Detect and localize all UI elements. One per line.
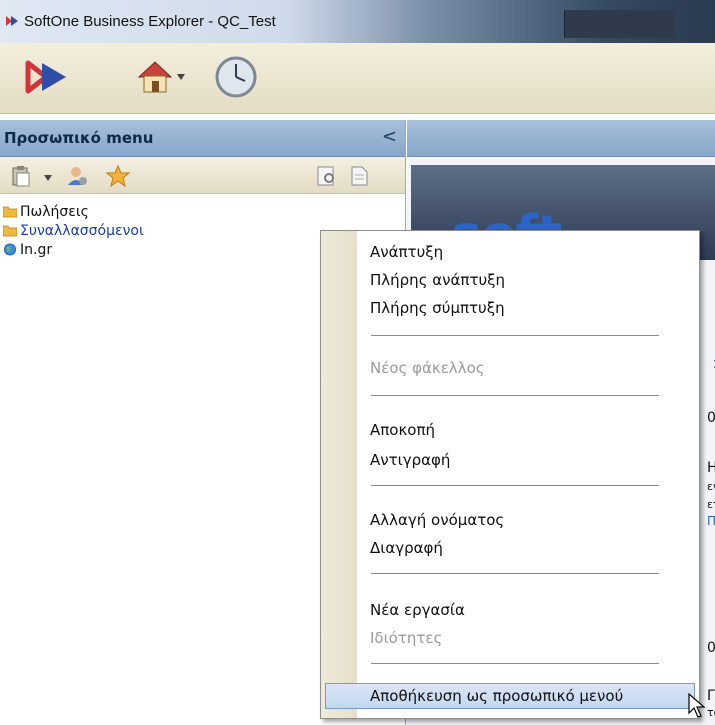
context-menu-gutter bbox=[321, 231, 357, 718]
menu-item-rename[interactable]: Αλλαγή ονόματος bbox=[370, 511, 504, 529]
menu-item-new-folder: Νέος φάκελλος bbox=[370, 359, 485, 377]
menu-item-properties: Ιδιότητες bbox=[370, 629, 443, 647]
menu-separator bbox=[371, 573, 659, 574]
menu-item-full-expand[interactable]: Πλήρης ανάπτυξη bbox=[370, 271, 505, 289]
content-text: εν bbox=[707, 480, 715, 493]
content-text: 08 bbox=[707, 410, 715, 426]
clipboard-dropdown-icon[interactable] bbox=[44, 175, 52, 181]
home-dropdown-icon[interactable] bbox=[176, 73, 186, 81]
content-text: τα bbox=[707, 706, 715, 719]
title-bar: SoftOne Business Explorer - QC_Test bbox=[0, 0, 715, 43]
tree-item-label: Συναλλασσόμενοι bbox=[20, 222, 144, 239]
tree-item-label: In.gr bbox=[20, 241, 53, 258]
collapse-panel-button[interactable]: < bbox=[382, 126, 397, 147]
main-toolbar bbox=[0, 43, 715, 114]
menu-item-cut[interactable]: Αποκοπή bbox=[370, 421, 435, 439]
content-text: Γι bbox=[707, 688, 715, 704]
favorite-star-icon[interactable] bbox=[106, 165, 130, 187]
content-text: Η bbox=[707, 460, 715, 476]
menu-item-label: Αποθήκευση ως προσωπικό μενού bbox=[370, 687, 624, 705]
home-icon[interactable] bbox=[135, 57, 175, 97]
menu-item-expand[interactable]: Ανάπτυξη bbox=[370, 243, 443, 261]
user-settings-icon[interactable] bbox=[66, 165, 88, 187]
title-bar-dark-area bbox=[564, 10, 675, 38]
window-title: SoftOne Business Explorer - QC_Test bbox=[24, 13, 276, 30]
menu-item-save-as-personal-menu[interactable]: Αποθήκευση ως προσωπικό μενού bbox=[325, 683, 695, 709]
content-text: Π bbox=[707, 514, 715, 528]
folder-icon bbox=[3, 206, 17, 218]
panel-title: Προσωπικό menu bbox=[4, 129, 154, 147]
menu-item-new-task[interactable]: Νέα εργασία bbox=[370, 601, 465, 619]
personal-menu-toolbar bbox=[0, 157, 405, 194]
tree-item-sales[interactable]: Πωλήσεις bbox=[0, 202, 405, 221]
menu-item-delete[interactable]: Διαγραφή bbox=[370, 539, 443, 557]
content-text: ετ bbox=[707, 498, 715, 511]
menu-separator bbox=[371, 335, 659, 336]
menu-separator bbox=[371, 485, 659, 486]
menu-separator bbox=[371, 395, 659, 396]
mouse-cursor-icon bbox=[688, 693, 706, 718]
tree-item-label: Πωλήσεις bbox=[20, 203, 89, 220]
preview-icon[interactable] bbox=[316, 165, 338, 187]
clock-icon[interactable] bbox=[214, 55, 258, 99]
page-icon[interactable] bbox=[348, 165, 370, 187]
softone-app-icon bbox=[6, 16, 18, 26]
menu-separator bbox=[371, 663, 659, 664]
folder-icon bbox=[3, 225, 17, 237]
context-menu: Ανάπτυξη Πλήρης ανάπτυξη Πλήρης σύμπτυξη… bbox=[320, 230, 700, 719]
globe-icon bbox=[3, 243, 17, 256]
clipboard-icon[interactable] bbox=[10, 165, 32, 187]
menu-item-copy[interactable]: Αντιγραφή bbox=[370, 451, 450, 469]
personal-menu-header: Προσωπικό menu < bbox=[0, 120, 405, 157]
softone-logo-icon[interactable] bbox=[24, 57, 74, 97]
content-header bbox=[407, 120, 715, 157]
menu-item-full-collapse[interactable]: Πλήρης σύμπτυξη bbox=[370, 299, 505, 317]
content-text: 07 bbox=[707, 640, 715, 656]
